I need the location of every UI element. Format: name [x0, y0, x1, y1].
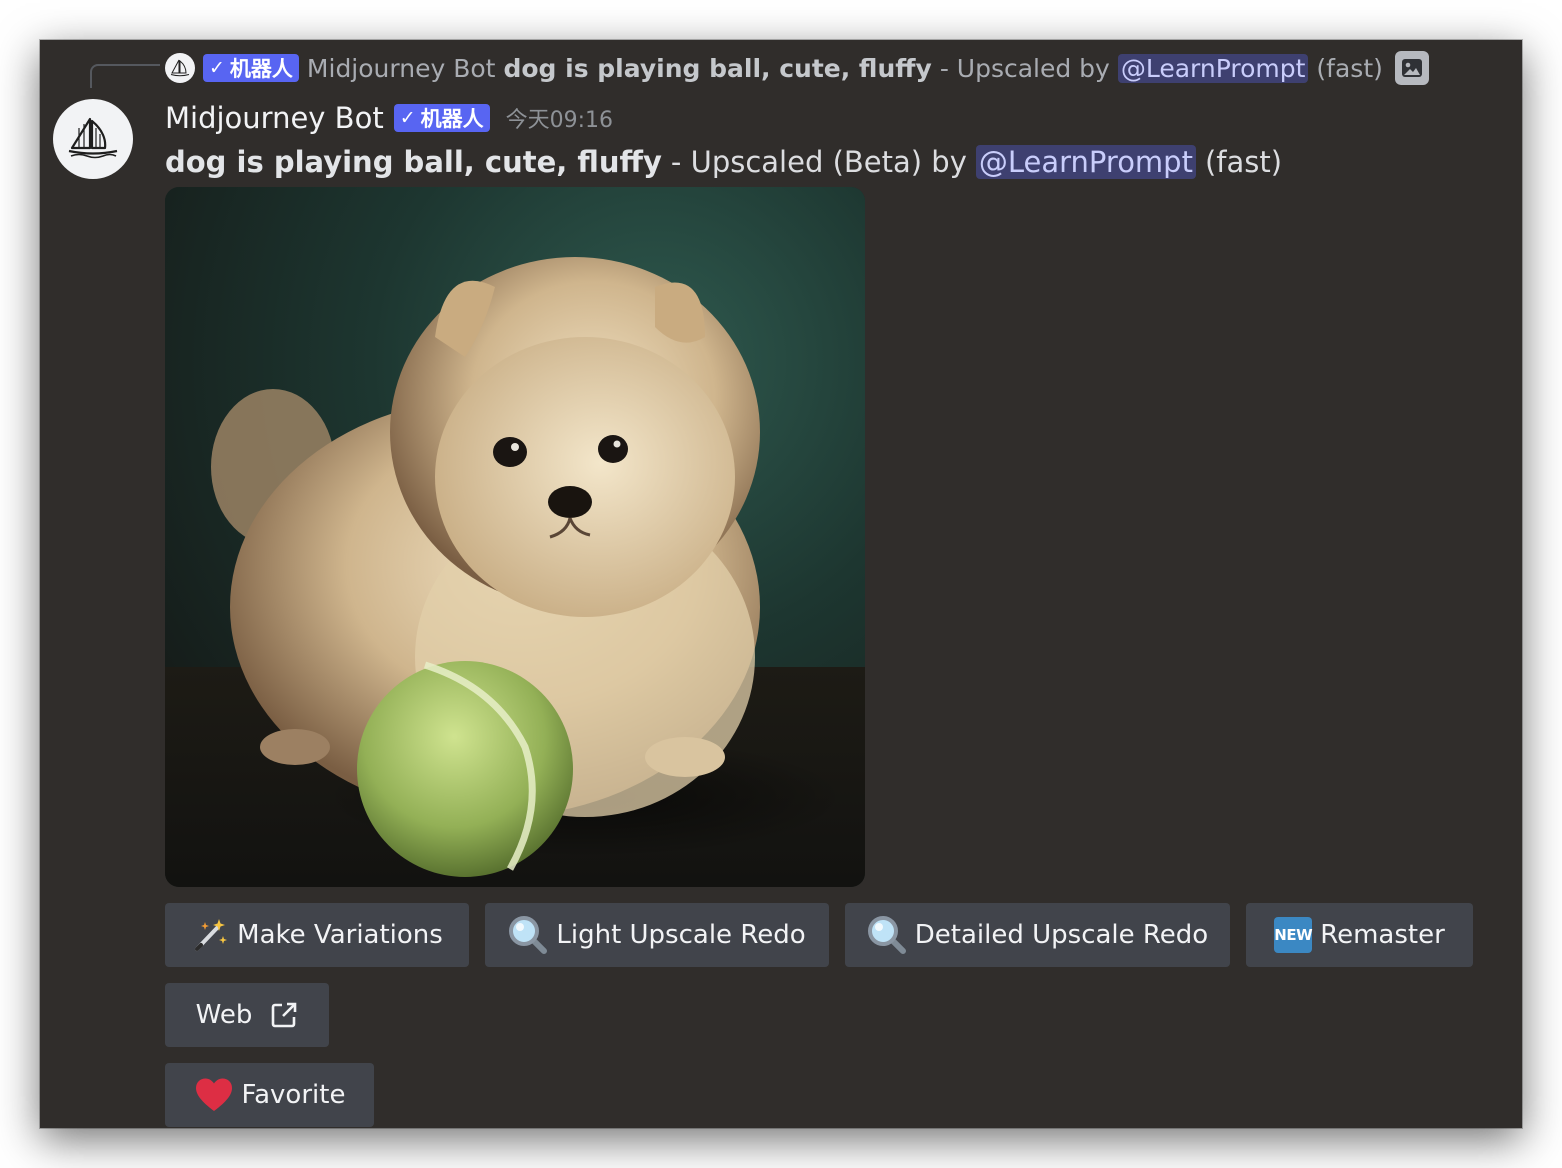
detailed-upscale-redo-label: Detailed Upscale Redo	[914, 920, 1209, 950]
favorite-button[interactable]: Favorite	[165, 1063, 374, 1127]
discord-message-window: ✓ 机器人 Midjourney Bot dog is playing ball…	[40, 40, 1522, 1128]
make-variations-button[interactable]: Make Variations	[165, 903, 469, 967]
reply-spine	[90, 64, 160, 88]
reply-prompt[interactable]: dog is playing ball, cute, fluffy	[503, 54, 931, 83]
reply-author[interactable]: Midjourney Bot	[307, 54, 496, 83]
verified-check-icon: ✓	[399, 107, 416, 129]
new-badge-label: NEW	[1274, 926, 1313, 944]
message-header: Midjourney Bot ✓ 机器人 今天09:16	[165, 98, 613, 138]
heart-icon	[194, 1077, 234, 1113]
message-suffix: (fast)	[1204, 145, 1283, 179]
web-label: Web	[195, 1000, 253, 1030]
magnifier-icon	[867, 915, 907, 955]
magnifier-icon	[508, 915, 548, 955]
remaster-label: Remaster	[1320, 920, 1445, 950]
reply-suffix[interactable]: (fast)	[1316, 54, 1382, 83]
midjourney-sailboat-icon	[68, 117, 118, 159]
bot-badge-label: 机器人	[420, 107, 484, 131]
favorite-label: Favorite	[241, 1080, 346, 1110]
web-link-button[interactable]: Web	[165, 983, 329, 1047]
image-icon	[1394, 51, 1429, 85]
message-text: - Upscaled (Beta) by	[670, 145, 967, 179]
reply-mention[interactable]: @LearnPrompt	[1117, 53, 1309, 83]
bot-avatar[interactable]	[53, 99, 133, 179]
timestamp[interactable]: 今天09:16	[506, 102, 613, 134]
bot-badge-label: 机器人	[229, 57, 293, 81]
bot-badge: ✓ 机器人	[203, 54, 299, 82]
make-variations-label: Make Variations	[237, 920, 443, 950]
remaster-button[interactable]: NEW Remaster	[1246, 903, 1473, 967]
new-badge-icon: NEW	[1274, 917, 1313, 953]
external-link-icon	[270, 1001, 298, 1029]
generated-image[interactable]	[165, 187, 865, 887]
bot-badge: ✓ 机器人	[393, 104, 490, 132]
message-mention[interactable]: @LearnPrompt	[975, 145, 1196, 179]
puppy-with-ball-image	[165, 187, 865, 887]
detailed-upscale-redo-button[interactable]: Detailed Upscale Redo	[845, 903, 1230, 967]
reply-reference[interactable]: ✓ 机器人 Midjourney Bot dog is playing ball…	[165, 50, 1429, 86]
magic-wand-icon	[191, 916, 229, 954]
message-content: dog is playing ball, cute, fluffy - Upsc…	[165, 140, 1291, 184]
light-upscale-redo-label: Light Upscale Redo	[556, 920, 806, 950]
verified-check-icon: ✓	[209, 57, 225, 79]
message-prompt: dog is playing ball, cute, fluffy	[165, 145, 662, 179]
username[interactable]: Midjourney Bot	[165, 101, 384, 135]
sailboat-icon	[170, 59, 190, 77]
light-upscale-redo-button[interactable]: Light Upscale Redo	[485, 903, 829, 967]
reply-text[interactable]: - Upscaled by	[940, 54, 1110, 83]
reply-avatar[interactable]	[165, 53, 195, 83]
